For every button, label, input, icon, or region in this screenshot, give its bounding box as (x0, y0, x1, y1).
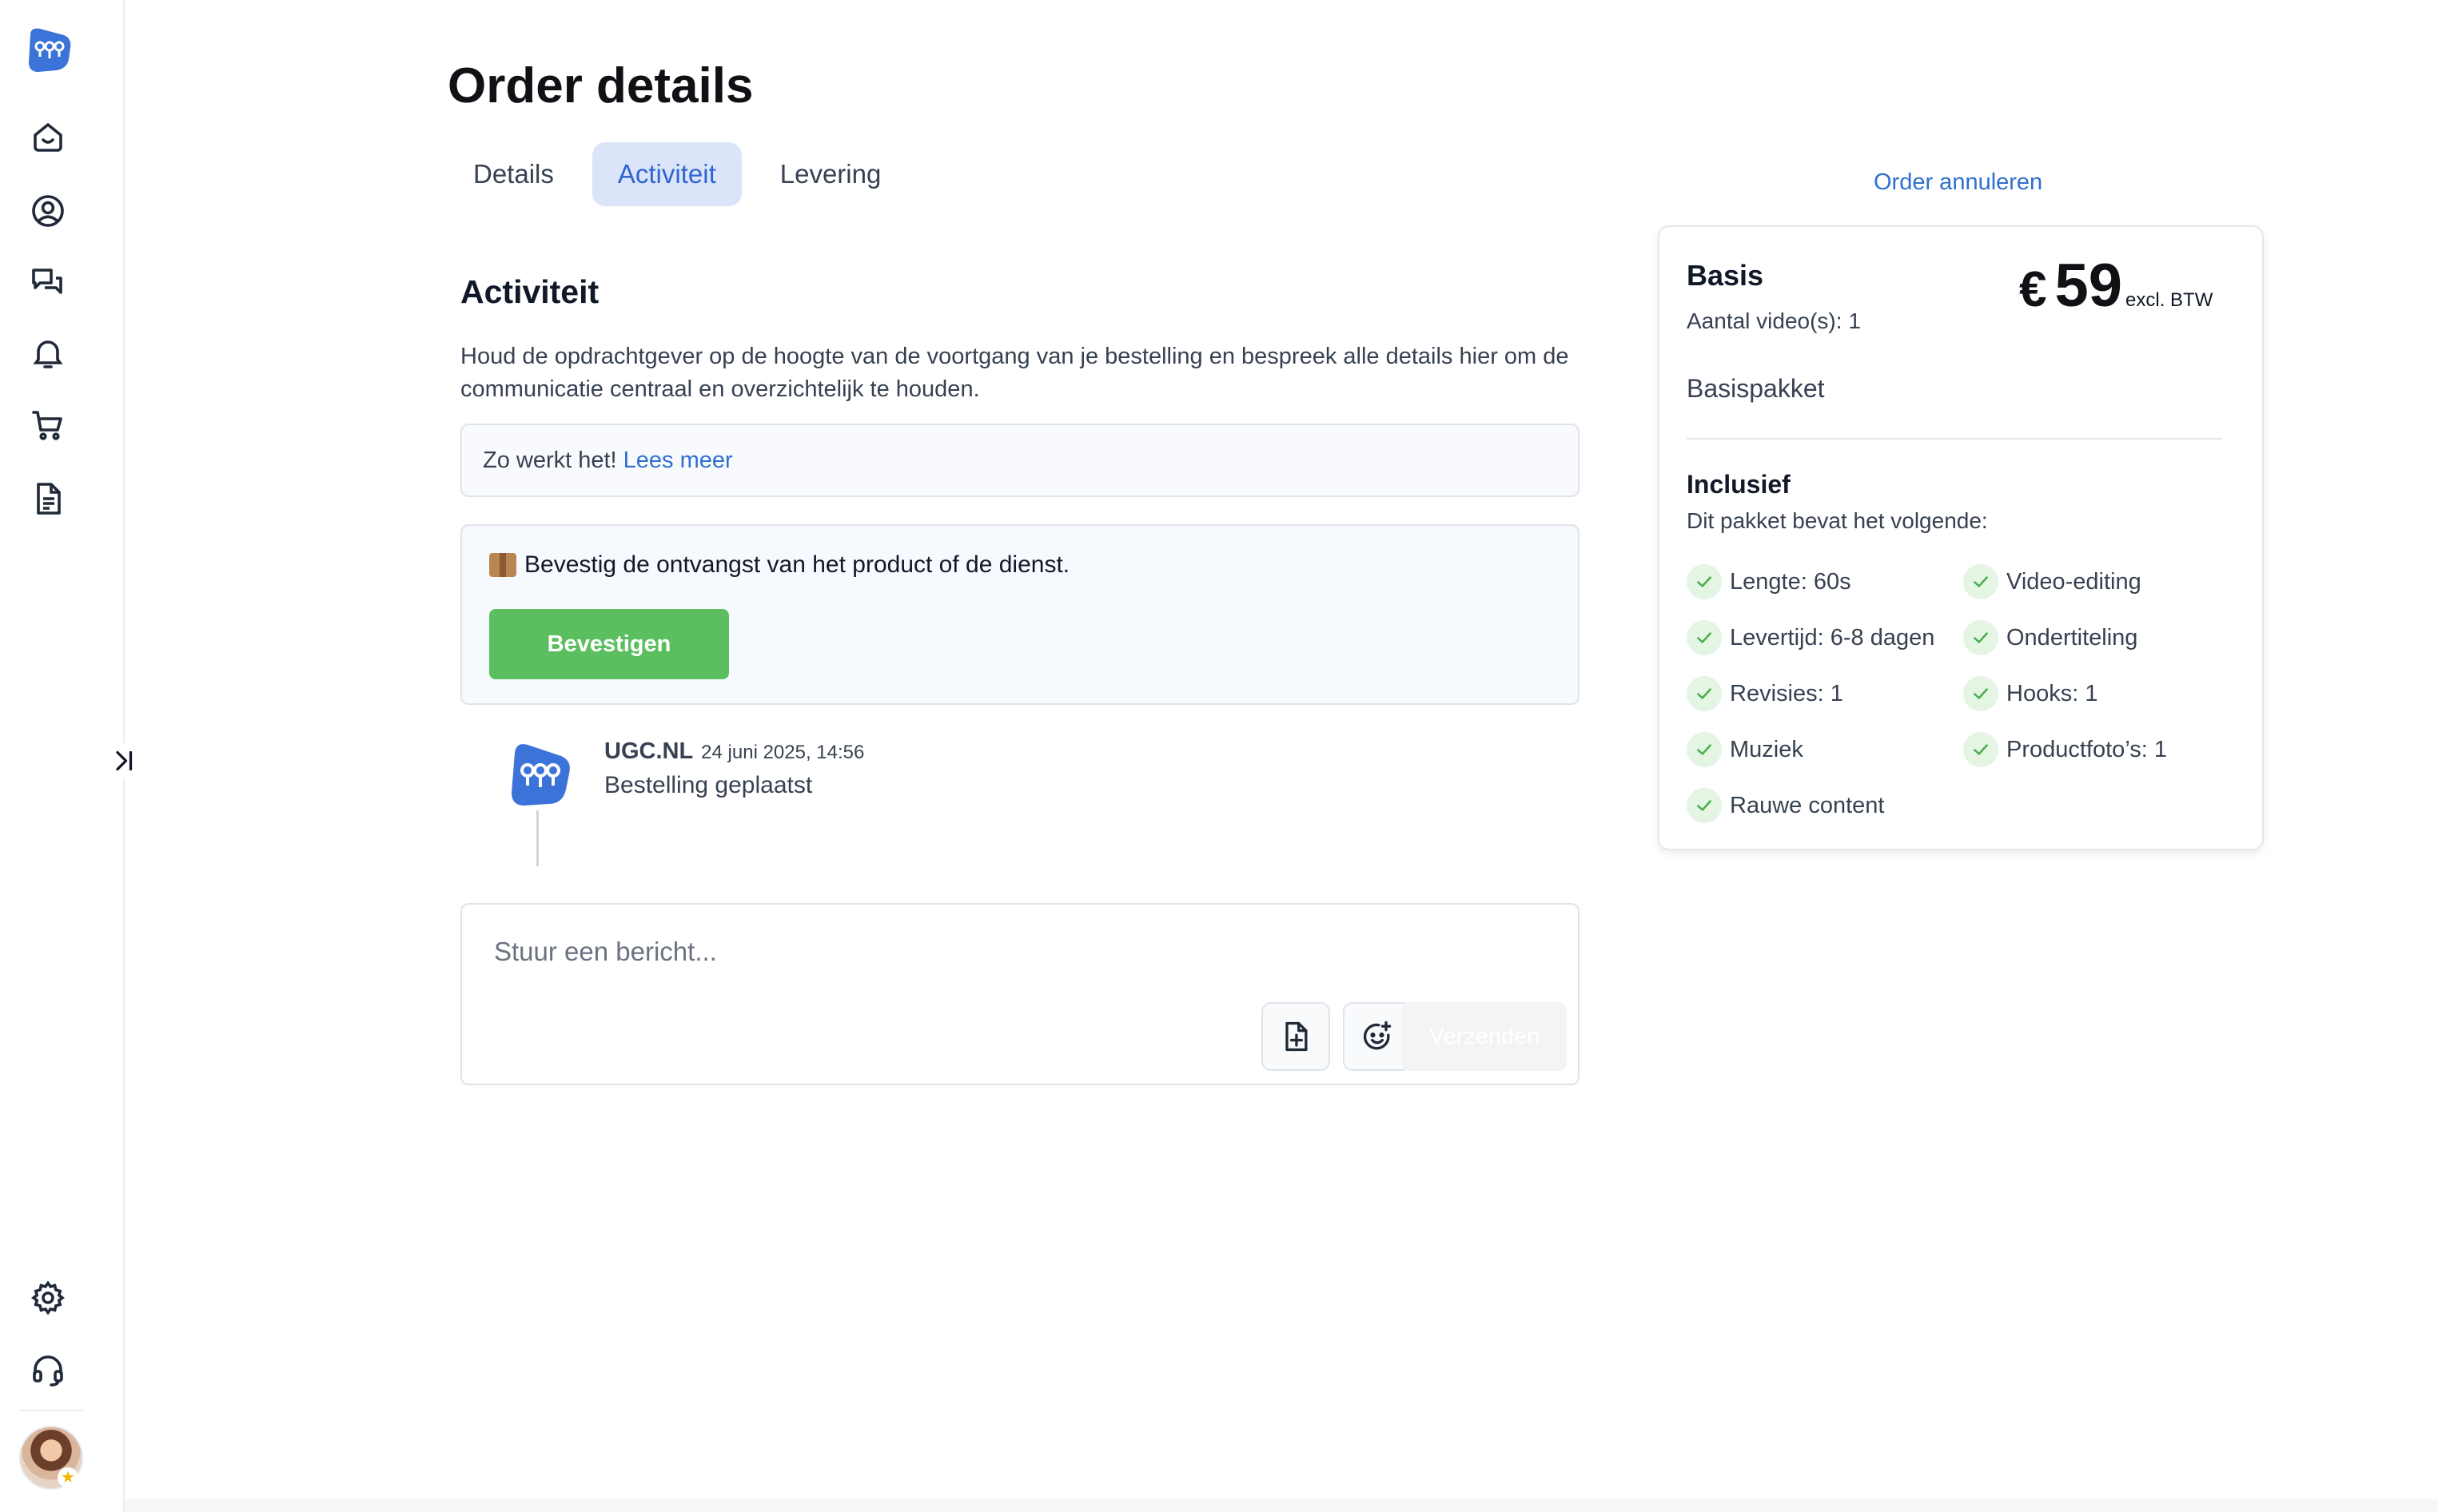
timeline-author: UGC.NL (604, 738, 694, 764)
feature-item: Revisies: 1 (1687, 676, 1843, 711)
confirm-receipt-text: Bevestig de ontvangst van het product of… (524, 551, 1070, 578)
collapse-arrow-icon[interactable] (107, 743, 142, 778)
package-video-count: Aantal video(s): 1 (1687, 308, 1861, 333)
chat-icon[interactable] (26, 259, 70, 304)
feature-item: Hooks: 1 (1963, 676, 2097, 711)
feature-item: Lengte: 60s (1687, 564, 1851, 599)
timeline-message: Bestelling geplaatst (604, 772, 813, 798)
star-badge-icon: ★ (58, 1467, 78, 1488)
tab-details[interactable]: Details (448, 142, 580, 206)
feature-label: Hooks: 1 (2006, 680, 2098, 706)
howto-text: Zo werkt het! (483, 447, 617, 473)
feature-label: Levertijd: 6-8 dagen (1730, 624, 1935, 651)
check-icon (1687, 732, 1722, 767)
check-icon (1687, 788, 1722, 823)
divider (1687, 438, 2222, 440)
feature-label: Revisies: 1 (1730, 680, 1843, 706)
feature-item: Ondertiteling (1963, 620, 2137, 655)
sidebar (0, 0, 125, 1512)
confirm-receipt-panel: Bevestig de ontvangst van het product of… (460, 524, 1580, 705)
footer-strip (125, 1499, 2438, 1512)
read-more-link[interactable]: Lees meer (623, 448, 733, 474)
cart-icon[interactable] (26, 403, 70, 448)
ugc-logo-icon[interactable] (24, 24, 75, 75)
check-icon (1963, 564, 1998, 599)
feature-label: Lengte: 60s (1730, 568, 1851, 595)
cancel-order-link[interactable]: Order annuleren (1874, 169, 2042, 196)
message-input[interactable] (494, 932, 1533, 972)
package-name: Basis (1687, 259, 1764, 292)
activity-description: Houd de opdrachtgever op de hoogte van d… (460, 344, 1569, 402)
send-button[interactable]: Verzenden (1402, 1002, 1567, 1071)
timeline-line (536, 810, 539, 866)
document-icon[interactable] (26, 476, 70, 521)
activity-title: Activiteit (460, 273, 600, 310)
user-circle-icon[interactable] (26, 189, 70, 233)
feature-label: Muziek (1730, 736, 1803, 762)
timeline-header: UGC.NL 24 juni 2025, 14:56 (604, 738, 864, 765)
package-description: Basispakket (1687, 374, 1825, 403)
howto-banner: Zo werkt het! Lees meer (460, 424, 1580, 497)
attach-file-icon[interactable] (1261, 1002, 1330, 1071)
feature-item: Levertijd: 6-8 dagen (1687, 620, 1934, 655)
feature-item: Productfoto’s: 1 (1963, 732, 2167, 767)
feature-label: Video-editing (2006, 568, 2141, 595)
feature-item: Muziek (1687, 732, 1803, 767)
check-icon (1687, 620, 1722, 655)
feature-item: Rauwe content (1687, 788, 1884, 823)
message-composer: Verzenden (460, 903, 1580, 1085)
ugc-avatar-icon (504, 737, 577, 810)
tab-levering[interactable]: Levering (755, 142, 907, 206)
check-icon (1687, 676, 1722, 711)
feature-label: Rauwe content (1730, 792, 1885, 818)
confirm-button[interactable]: Bevestigen (489, 609, 729, 679)
package-card: Basis Aantal video(s): 1 € 59 excl. BTW … (1658, 225, 2264, 850)
timeline-timestamp: 24 juni 2025, 14:56 (701, 742, 865, 763)
headset-icon[interactable] (26, 1347, 70, 1392)
tab-bar: Details Activiteit Levering (448, 142, 906, 206)
included-subtitle: Dit pakket bevat het volgende: (1687, 508, 1988, 533)
home-icon[interactable] (26, 115, 70, 160)
package-icon (489, 553, 516, 577)
confirm-receipt-row: Bevestig de ontvangst van het product of… (489, 551, 1070, 579)
page-title: Order details (448, 58, 754, 113)
feature-label: Ondertiteling (2006, 624, 2138, 651)
check-icon (1963, 676, 1998, 711)
package-price: € 59 excl. BTW (2019, 251, 2213, 320)
settings-icon[interactable] (26, 1275, 70, 1320)
sidebar-divider (19, 1410, 83, 1411)
included-title: Inclusief (1687, 470, 1791, 499)
feature-item: Video-editing (1963, 564, 2141, 599)
bell-icon[interactable] (26, 331, 70, 376)
tab-activiteit[interactable]: Activiteit (592, 142, 742, 206)
price-amount: 59 (2054, 252, 2123, 320)
price-vat-note: excl. BTW (2125, 289, 2213, 311)
check-icon (1687, 564, 1722, 599)
feature-label: Productfoto’s: 1 (2006, 736, 2167, 762)
check-icon (1963, 732, 1998, 767)
check-icon (1963, 620, 1998, 655)
price-currency: € (2019, 262, 2047, 317)
